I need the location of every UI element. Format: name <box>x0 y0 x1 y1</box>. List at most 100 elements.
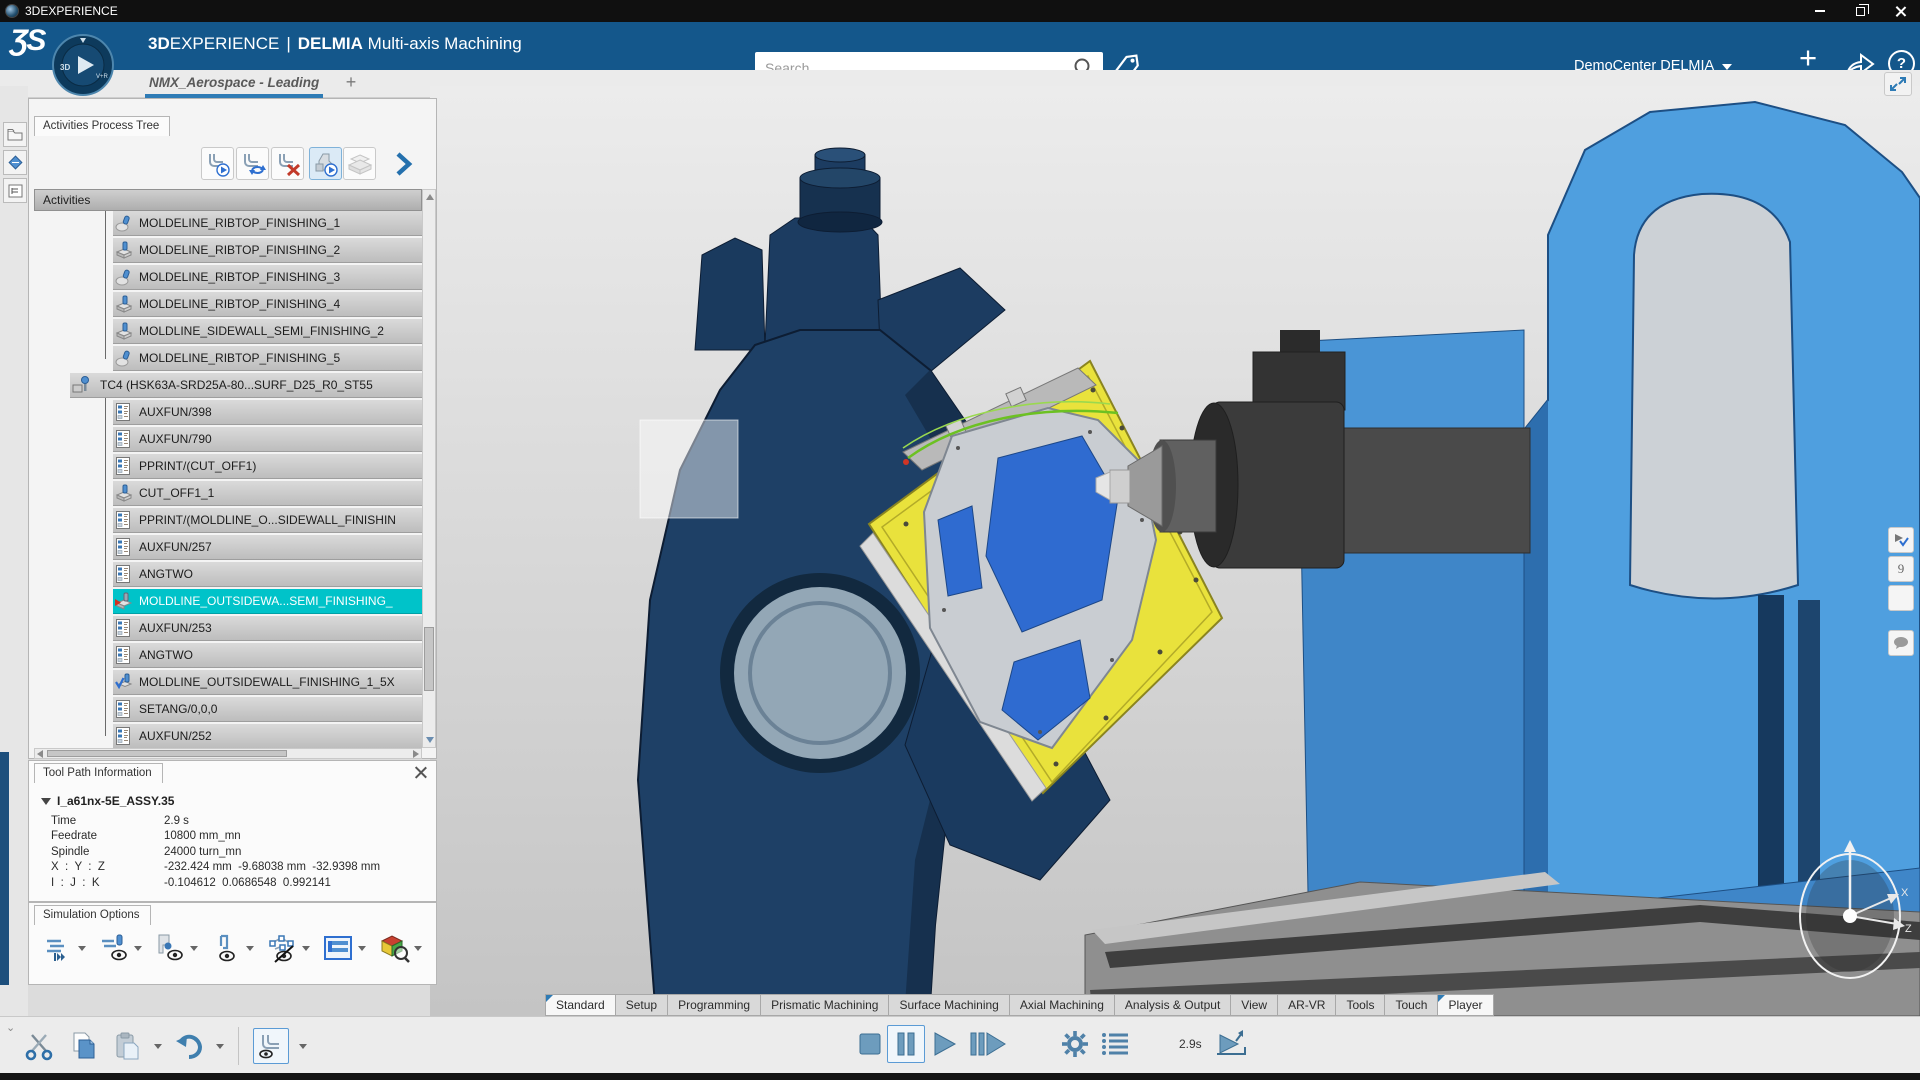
minimize-button[interactable] <box>1800 0 1840 22</box>
close-button[interactable] <box>1880 0 1920 22</box>
tree-item[interactable]: PPRINT/(CUT_OFF1) <box>113 454 422 479</box>
tree-item[interactable]: PPRINT/(MOLDLINE_O...SIDEWALL_FINISHIN <box>113 508 422 533</box>
workshop-tab-ar-vr[interactable]: AR-VR <box>1278 994 1337 1016</box>
simulation-options-tab[interactable]: Simulation Options <box>34 905 151 925</box>
rotation-compass-widget[interactable]: X Z <box>1793 838 1913 993</box>
new-tab-button[interactable]: + <box>340 72 362 93</box>
workshop-tab-surface-machining[interactable]: Surface Machining <box>889 994 1010 1016</box>
empty-tool-button[interactable] <box>1888 585 1914 611</box>
stock-display-button[interactable] <box>343 147 376 180</box>
workshop-tab-setup[interactable]: Setup <box>615 994 669 1016</box>
cut-button[interactable] <box>22 1029 56 1063</box>
update-toolpath-button[interactable] <box>236 147 269 180</box>
sim-material-removal-caret[interactable] <box>190 945 198 951</box>
step-forward-button[interactable] <box>965 1025 1011 1063</box>
scroll-right-icon[interactable] <box>413 750 419 758</box>
tree-item[interactable]: CUT_OFF1_1 <box>113 481 422 506</box>
comment-button[interactable] <box>1888 630 1914 656</box>
tree-item[interactable]: TC4 (HSK63A-SRD25A-80...SURF_D25_R0_ST55 <box>70 373 422 398</box>
workshop-tab-analysis-output[interactable]: Analysis & Output <box>1114 994 1232 1016</box>
workshop-tab-axial-machining[interactable]: Axial Machining <box>1009 994 1115 1016</box>
sim-tool-display-button[interactable] <box>97 931 131 965</box>
scroll-down-icon[interactable] <box>426 737 434 743</box>
workshop-tab-view[interactable]: View <box>1231 994 1279 1016</box>
scroll-left-icon[interactable] <box>37 750 43 758</box>
sim-color-analysis-caret[interactable] <box>414 945 422 951</box>
display-toolpath-button[interactable] <box>253 1028 289 1064</box>
tree-item[interactable]: AUXFUN/252 <box>113 724 422 748</box>
tool-path-info-tab[interactable]: Tool Path Information <box>34 763 163 783</box>
sim-color-analysis-button[interactable] <box>377 931 411 965</box>
expand-more-button[interactable] <box>386 147 419 180</box>
tree-item[interactable]: MOLDELINE_RIBTOP_FINISHING_3 <box>113 265 422 290</box>
workshop-tab-standard[interactable]: Standard <box>545 994 616 1016</box>
display-options-caret[interactable] <box>299 1043 307 1049</box>
expander-icon[interactable] <box>41 797 51 805</box>
workshop-tab-programming[interactable]: Programming <box>668 994 762 1016</box>
activities-panel-tab[interactable]: Activities Process Tree <box>34 116 171 136</box>
sim-run-options-caret[interactable] <box>78 945 86 951</box>
scroll-up-icon[interactable] <box>426 194 434 200</box>
sim-point-display-caret[interactable] <box>302 945 310 951</box>
collapse-viewport-button[interactable] <box>1884 72 1912 96</box>
workshop-tab-player[interactable]: Player <box>1438 994 1494 1016</box>
close-icon[interactable] <box>414 765 428 779</box>
process-list-button[interactable] <box>1095 1025 1135 1063</box>
tree-item[interactable]: MOLDELINE_RIBTOP_FINISHING_2 <box>113 238 422 263</box>
compass-play-logo[interactable]: 3D V+R <box>52 34 114 96</box>
tree-item[interactable]: AUXFUN/253 <box>113 616 422 641</box>
sim-run-options-button[interactable] <box>41 931 75 965</box>
folder-tab-button[interactable] <box>3 122 27 147</box>
sim-point-display-button[interactable] <box>265 931 299 965</box>
tree-item[interactable]: ANGTWO <box>113 562 422 587</box>
tree-item[interactable]: AUXFUN/257 <box>113 535 422 560</box>
toolbar-overflow-chevron[interactable]: ⌄ <box>6 1021 15 1034</box>
tool-path-node[interactable]: I_a61nx-5E_ASSY.35 <box>41 794 174 808</box>
add-content-button[interactable]: + <box>1790 42 1826 73</box>
tree-item[interactable]: MOLDLINE_OUTSIDEWA...SEMI_FINISHING_ <box>113 589 422 614</box>
tree-vertical-scrollbar[interactable] <box>422 189 436 748</box>
document-tab[interactable]: NMX_Aerospace - Leading <box>145 70 324 98</box>
workshop-tab-prismatic-machining[interactable]: Prismatic Machining <box>761 994 890 1016</box>
tree-item[interactable]: MOLDELINE_RIBTOP_FINISHING_4 <box>113 292 422 317</box>
machine-simulation-button[interactable] <box>309 147 342 180</box>
player-settings-button[interactable] <box>1055 1025 1095 1063</box>
sim-material-removal-button[interactable] <box>153 931 187 965</box>
tree-item[interactable]: SETANG/0,0,0 <box>113 697 422 722</box>
tree-item[interactable]: MOLDELINE_RIBTOP_FINISHING_1 <box>113 211 422 236</box>
stop-button[interactable] <box>853 1025 887 1063</box>
process-tab-button[interactable] <box>3 150 27 175</box>
tree-item[interactable]: MOLDLINE_SIDEWALL_SEMI_FINISHING_2 <box>113 319 422 344</box>
viewport-3d[interactable] <box>430 86 1920 1016</box>
workshop-tab-tools[interactable]: Tools <box>1336 994 1386 1016</box>
tree-item[interactable]: AUXFUN/398 <box>113 400 422 425</box>
tree-horizontal-scrollbar[interactable] <box>34 748 422 759</box>
tree-item[interactable]: MOLDLINE_OUTSIDEWALL_FINISHING_1_5X <box>113 670 422 695</box>
paste-button[interactable] <box>110 1029 144 1063</box>
sim-information-table-caret[interactable] <box>358 945 366 951</box>
workshop-tab-touch[interactable]: Touch <box>1385 994 1439 1016</box>
sim-information-table-button[interactable] <box>321 931 355 965</box>
tree-item[interactable]: MOLDELINE_RIBTOP_FINISHING_5 <box>113 346 422 371</box>
sim-tool-axis-caret[interactable] <box>246 945 254 951</box>
annotation-button[interactable]: 9 <box>1888 556 1914 582</box>
sim-tool-display-caret[interactable] <box>134 945 142 951</box>
undo-button[interactable] <box>172 1029 206 1063</box>
undo-options-caret[interactable] <box>216 1043 224 1049</box>
activities-header[interactable]: Activities <box>34 189 422 211</box>
play-button[interactable] <box>925 1025 965 1063</box>
tree-tab-button[interactable] <box>3 178 27 203</box>
scrollbar-thumb[interactable] <box>47 750 287 757</box>
scrollbar-thumb[interactable] <box>424 627 434 691</box>
tree-item[interactable]: AUXFUN/790 <box>113 427 422 452</box>
pause-button[interactable] <box>887 1025 925 1063</box>
remove-toolpath-button[interactable] <box>271 147 304 180</box>
play-toolpath-button[interactable] <box>201 147 234 180</box>
sim-tool-axis-button[interactable] <box>209 931 243 965</box>
restore-button[interactable] <box>1840 0 1880 22</box>
copy-button[interactable] <box>66 1029 100 1063</box>
tree-item[interactable]: ANGTWO <box>113 643 422 668</box>
jump-to-end-button[interactable] <box>1210 1025 1252 1063</box>
simulation-state-button[interactable] <box>1888 527 1914 553</box>
paste-options-caret[interactable] <box>154 1043 162 1049</box>
